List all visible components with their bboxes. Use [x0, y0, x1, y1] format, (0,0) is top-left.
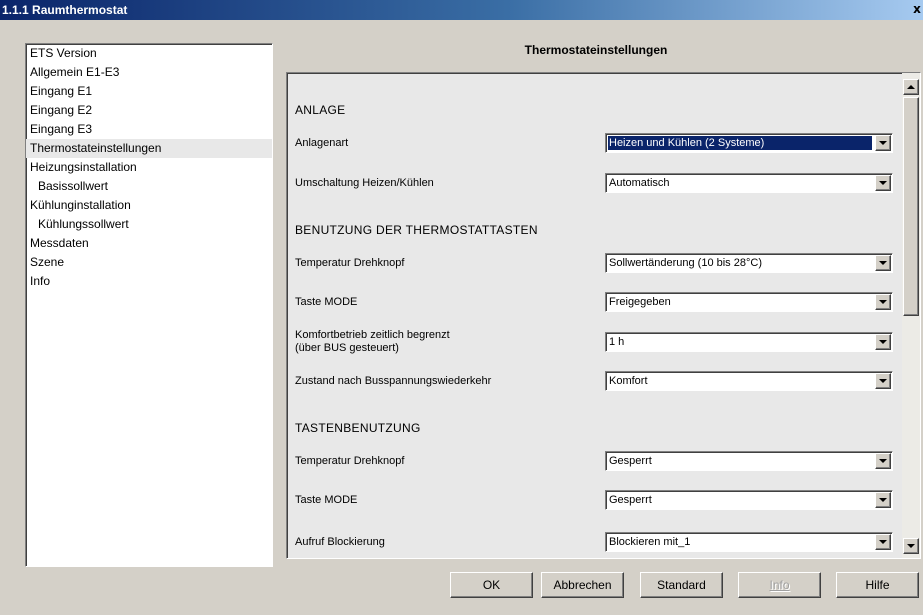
param-label-blockierung: Aufruf Blockierung — [295, 536, 385, 548]
blockierung-value: Blockieren mit_1 — [609, 536, 691, 548]
chevron-down-icon[interactable] — [875, 453, 891, 469]
sidebar-item-eingang-e3[interactable]: Eingang E3 — [26, 120, 272, 139]
parameter-list: ANLAGE Anlagenart Heizen und Kühlen (2 S… — [287, 73, 900, 558]
cancel-button[interactable]: Abbrechen — [541, 572, 624, 598]
parameter-panel: ANLAGE Anlagenart Heizen und Kühlen (2 S… — [286, 72, 921, 559]
param-label-anlagenart: Anlagenart — [295, 137, 349, 149]
drehknopf-1-value: Sollwertänderung (10 bis 28°C) — [609, 257, 762, 269]
mode-2-select[interactable]: Gesperrt — [605, 490, 893, 510]
parameter-tree: ETS Version Allgemein E1-E3 Eingang E1 E… — [25, 43, 273, 567]
standard-button[interactable]: Standard — [640, 572, 723, 598]
blockierung-select[interactable]: Blockieren mit_1 — [605, 532, 893, 552]
mode-1-value: Freigegeben — [609, 296, 671, 308]
drehknopf-1-select[interactable]: Sollwertänderung (10 bis 28°C) — [605, 253, 893, 273]
sidebar-item-basissollwert[interactable]: Basissollwert — [26, 177, 272, 196]
drehknopf-2-select[interactable]: Gesperrt — [605, 451, 893, 471]
sidebar-item-ets-version[interactable]: ETS Version — [26, 44, 272, 63]
chevron-down-icon[interactable] — [875, 135, 891, 151]
zustand-select[interactable]: Komfort — [605, 371, 893, 391]
window-title: 1.1.1 Raumthermostat — [2, 3, 128, 17]
komfort-select[interactable]: 1 h — [605, 332, 893, 352]
sidebar-item-allgemein[interactable]: Allgemein E1-E3 — [26, 63, 272, 82]
section-heading-benutzung: BENUTZUNG DER THERMOSTATTASTEN — [295, 223, 538, 237]
anlagenart-value: Heizen und Kühlen (2 Systeme) — [608, 136, 872, 150]
sidebar-item-messdaten[interactable]: Messdaten — [26, 234, 272, 253]
sidebar-item-szene[interactable]: Szene — [26, 253, 272, 272]
sidebar-item-eingang-e2[interactable]: Eingang E2 — [26, 101, 272, 120]
chevron-down-icon[interactable] — [875, 255, 891, 271]
param-label-komfort-line1: Komfortbetrieb zeitlich begrenzt — [295, 329, 450, 341]
vertical-scrollbar[interactable] — [902, 73, 920, 558]
param-label-mode-1: Taste MODE — [295, 296, 358, 308]
help-button[interactable]: Hilfe — [836, 572, 919, 598]
sidebar-item-heizungsinstallation[interactable]: Heizungsinstallation — [26, 158, 272, 177]
chevron-down-icon[interactable] — [875, 334, 891, 350]
anlagenart-select[interactable]: Heizen und Kühlen (2 Systeme) — [605, 133, 893, 153]
mode-1-select[interactable]: Freigegeben — [605, 292, 893, 312]
info-button[interactable]: Info — [738, 572, 821, 598]
mode-2-value: Gesperrt — [609, 494, 652, 506]
sidebar-item-eingang-e1[interactable]: Eingang E1 — [26, 82, 272, 101]
param-label-mode-2: Taste MODE — [295, 494, 358, 506]
sidebar-item-kuehlunginstallation[interactable]: Kühlunginstallation — [26, 196, 272, 215]
zustand-value: Komfort — [609, 375, 648, 387]
page-title: Thermostateinstellungen — [524, 43, 668, 57]
ok-button[interactable]: OK — [450, 572, 533, 598]
sidebar-item-kuehlungssollwert[interactable]: Kühlungssollwert — [26, 215, 272, 234]
dialog-window: 1.1.1 Raumthermostat x ETS Version Allge… — [0, 0, 923, 615]
chevron-down-icon[interactable] — [875, 175, 891, 191]
scrollbar-thumb[interactable] — [903, 97, 919, 316]
section-heading-anlage: ANLAGE — [295, 103, 346, 117]
sidebar-item-info[interactable]: Info — [26, 272, 272, 291]
title-bar: 1.1.1 Raumthermostat x — [0, 0, 923, 20]
chevron-down-icon[interactable] — [875, 492, 891, 508]
param-label-zustand: Zustand nach Busspannungswiederkehr — [295, 375, 492, 387]
chevron-down-icon[interactable] — [875, 534, 891, 550]
drehknopf-2-value: Gesperrt — [609, 455, 652, 467]
param-label-drehknopf-2: Temperatur Drehknopf — [295, 455, 405, 467]
scroll-down-icon[interactable] — [903, 538, 919, 554]
komfort-value: 1 h — [609, 336, 625, 348]
chevron-down-icon[interactable] — [875, 373, 891, 389]
sidebar-item-thermostateinstellungen[interactable]: Thermostateinstellungen — [26, 139, 272, 158]
info-button-label: Info — [769, 578, 790, 592]
scroll-up-icon[interactable] — [903, 79, 919, 95]
param-label-komfort-line2: (über BUS gesteuert) — [295, 342, 399, 354]
umschaltung-value: Automatisch — [609, 177, 670, 189]
umschaltung-select[interactable]: Automatisch — [605, 173, 893, 193]
close-icon[interactable]: x — [911, 2, 923, 17]
param-label-umschaltung: Umschaltung Heizen/Kühlen — [295, 177, 434, 189]
chevron-down-icon[interactable] — [875, 294, 891, 310]
param-label-drehknopf-1: Temperatur Drehknopf — [295, 257, 405, 269]
param-label-komfort: Komfortbetrieb zeitlich begrenzt (über B… — [295, 329, 450, 355]
section-heading-tasten: TASTENBENUTZUNG — [295, 421, 421, 435]
